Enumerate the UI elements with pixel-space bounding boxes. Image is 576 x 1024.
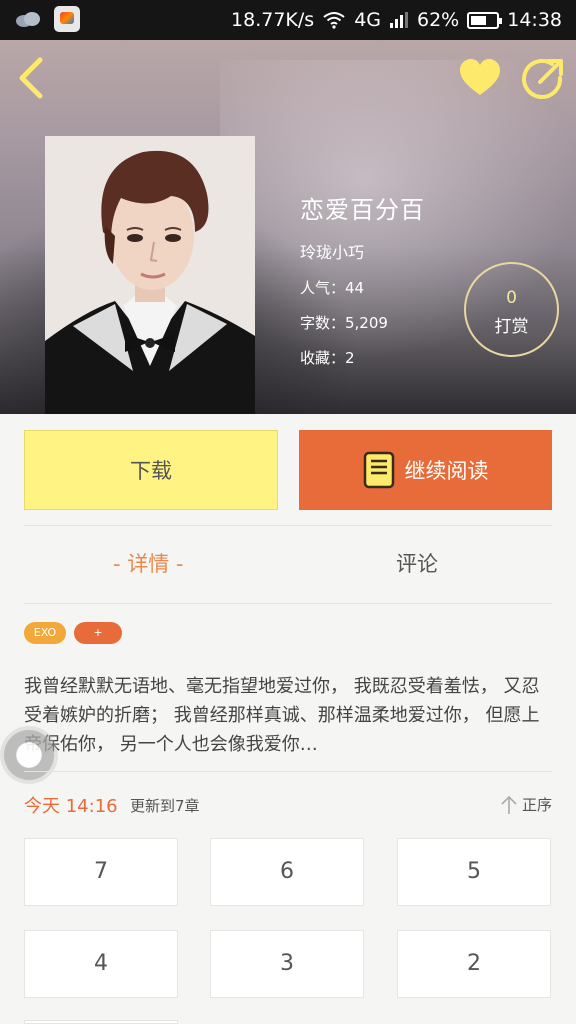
status-bar: 18.77K/s 4G 62% 14:38 — [0, 0, 576, 40]
book-info: 恋爱百分百 玲珑小巧 人气：44 字数：5,209 收藏：2 — [300, 190, 425, 382]
popularity-stat: 人气：44 — [300, 279, 365, 297]
chapter-button[interactable]: 6 — [210, 838, 364, 906]
book-synopsis[interactable]: 我曾经默默无语地、毫无指望地爱过你， 我既忍受着羞怯， 又忍受着嫉妒的折磨； 我… — [24, 672, 552, 759]
favorite-heart-icon[interactable] — [458, 58, 502, 98]
favorites-stat: 收藏：2 — [300, 349, 355, 367]
tip-label: 打赏 — [494, 317, 529, 337]
share-icon[interactable] — [522, 56, 566, 100]
tip-count: 0 — [506, 288, 517, 308]
update-info-row: 今天 14:16 更新到7章 正序 — [24, 792, 552, 820]
update-text: 更新到7章 — [130, 797, 200, 815]
tab-details[interactable]: - 详情 - — [113, 548, 184, 578]
chapter-button-partial[interactable] — [24, 1020, 178, 1024]
clock: 14:38 — [507, 9, 562, 31]
word-count-stat: 字数：5,209 — [300, 314, 388, 332]
download-label: 下载 — [130, 459, 172, 483]
notification-app-icon — [54, 6, 80, 32]
chapter-button[interactable]: 4 — [24, 930, 178, 998]
download-button[interactable]: 下载 — [24, 430, 278, 510]
continue-reading-label: 继续阅读 — [404, 459, 489, 483]
book-header: 恋爱百分百 玲珑小巧 人气：44 字数：5,209 收藏：2 0 打赏 — [0, 40, 576, 414]
signal-icon — [390, 12, 408, 28]
weather-cloud-icon — [16, 12, 40, 27]
book-icon — [363, 451, 394, 489]
add-tag-button[interactable]: + — [74, 622, 122, 644]
wifi-icon — [323, 12, 345, 29]
sort-order-button[interactable]: 正序 — [500, 794, 552, 815]
chapter-button[interactable]: 2 — [397, 930, 551, 998]
divider — [24, 603, 552, 604]
book-cover-image[interactable] — [45, 136, 255, 414]
up-arrow-icon — [501, 795, 517, 814]
network-type: 4G — [354, 9, 381, 31]
battery-icon — [467, 11, 503, 29]
tab-comments[interactable]: 评论 — [396, 548, 438, 578]
floating-assistive-ball[interactable] — [0, 726, 58, 784]
continue-reading-button[interactable]: 继续阅读 — [299, 430, 552, 510]
update-time: 今天 14:16 — [24, 796, 118, 817]
tip-button[interactable]: 0 打赏 — [464, 262, 559, 357]
book-title: 恋爱百分百 — [300, 196, 425, 224]
book-author[interactable]: 玲珑小巧 — [300, 239, 425, 263]
chapter-button[interactable]: 5 — [397, 838, 551, 906]
tag-exo[interactable]: EXO — [24, 622, 66, 644]
sort-label: 正序 — [521, 796, 552, 814]
network-speed: 18.77K/s — [231, 9, 315, 31]
back-arrow-icon[interactable] — [12, 54, 52, 102]
chapter-button[interactable]: 3 — [210, 930, 364, 998]
battery-percent: 62% — [417, 9, 460, 31]
divider — [24, 525, 552, 526]
divider — [24, 771, 552, 772]
chapter-button[interactable]: 7 — [24, 838, 178, 906]
